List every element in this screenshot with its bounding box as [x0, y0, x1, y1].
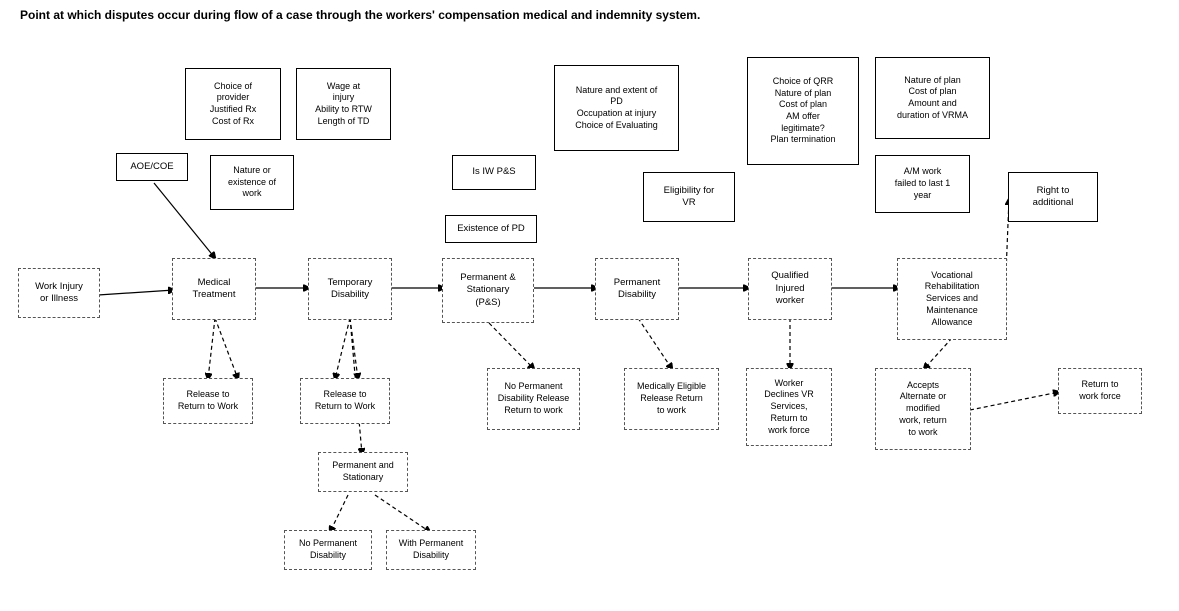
no-perm-disability-bottom-box: No PermanentDisability	[284, 530, 372, 570]
medical-treatment-box: MedicalTreatment	[172, 258, 256, 320]
accepts-alternate-box: AcceptsAlternate ormodifiedwork, returnt…	[875, 368, 971, 450]
right-additional-box: Right toadditional	[1008, 172, 1098, 222]
temporary-disability-box: TemporaryDisability	[308, 258, 392, 320]
med-eligible-release-box: Medically EligibleRelease Returnto work	[624, 368, 719, 430]
nature-extent-pd-box: Nature and extent ofPDOccupation at inju…	[554, 65, 679, 151]
nature-plan-box: Nature of planCost of planAmount anddura…	[875, 57, 990, 139]
nature-existence-box: Nature orexistence ofwork	[210, 155, 294, 210]
diagram-container: Point at which disputes occur during flo…	[0, 0, 1179, 611]
release-rtw-1-box: Release toReturn to Work	[163, 378, 253, 424]
work-injury-box: Work Injuryor Illness	[18, 268, 100, 318]
with-perm-disability-box: With PermanentDisability	[386, 530, 476, 570]
existence-pd-box: Existence of PD	[445, 215, 537, 243]
return-workforce-box: Return towork force	[1058, 368, 1142, 414]
voc-rehab-box: VocationalRehabilitationServices andMain…	[897, 258, 1007, 340]
no-perm-disability-release-box: No PermanentDisability ReleaseReturn to …	[487, 368, 580, 430]
am-work-failed-box: A/M workfailed to last 1year	[875, 155, 970, 213]
is-iw-ps-box: Is IW P&S	[452, 155, 536, 190]
choice-qrr-box: Choice of QRRNature of planCost of planA…	[747, 57, 859, 165]
release-rtw-2-box: Release toReturn to Work	[300, 378, 390, 424]
permanent-disability-box: PermanentDisability	[595, 258, 679, 320]
eligibility-vr-box: Eligibility forVR	[643, 172, 735, 222]
perm-stationary-bottom-box: Permanent andStationary	[318, 452, 408, 492]
page-title: Point at which disputes occur during flo…	[20, 8, 1160, 22]
choice-provider-box: Choice ofproviderJustified RxCost of Rx	[185, 68, 281, 140]
perm-stationary-box: Permanent &Stationary(P&S)	[442, 258, 534, 323]
qualified-injured-box: QualifiedInjuredworker	[748, 258, 832, 320]
wage-injury-box: Wage atinjuryAbility to RTWLength of TD	[296, 68, 391, 140]
aoe-coe-box: AOE/COE	[116, 153, 188, 181]
worker-declines-box: WorkerDeclines VRServices,Return towork …	[746, 368, 832, 446]
